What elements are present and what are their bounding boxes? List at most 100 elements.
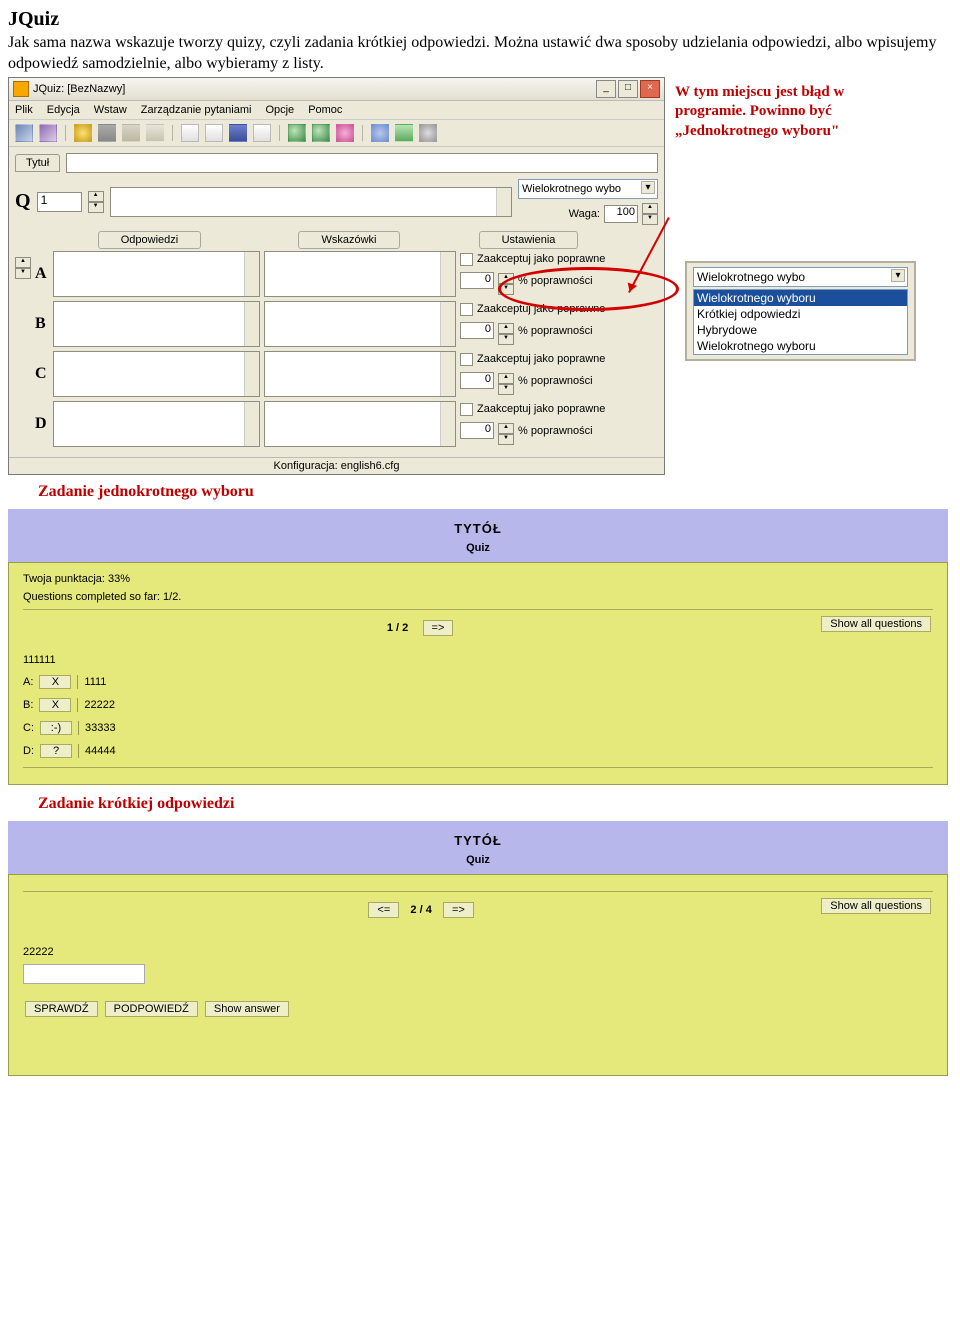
- close-button[interactable]: ×: [640, 80, 660, 98]
- dropdown-item[interactable]: Wielokrotnego wyboru: [694, 338, 907, 354]
- hint-input[interactable]: [264, 251, 456, 297]
- new-icon[interactable]: [181, 124, 199, 142]
- paste-icon[interactable]: [146, 124, 164, 142]
- answer-label: C: [35, 365, 49, 383]
- opt-button[interactable]: ?: [40, 744, 72, 758]
- q-label: Q: [15, 190, 31, 213]
- show-all-button[interactable]: Show all questions: [821, 616, 931, 632]
- percent-input[interactable]: 0: [460, 322, 494, 339]
- percent-input[interactable]: 0: [460, 422, 494, 439]
- percent-label: % poprawności: [518, 425, 593, 437]
- toolbar: [9, 120, 664, 147]
- nav-pos: 1 / 2: [387, 622, 408, 634]
- answer-input[interactable]: [53, 351, 260, 397]
- dropdown-list: Wielokrotnego wyboruKrótkiej odpowiedziH…: [693, 289, 908, 355]
- opt-button[interactable]: X: [39, 698, 71, 712]
- check-button[interactable]: SPRAWDŹ: [25, 1001, 98, 1017]
- col-wskazowki[interactable]: Wskazówki: [298, 231, 399, 249]
- accept-checkbox[interactable]: [460, 403, 473, 416]
- spin-down[interactable]: ▼: [15, 268, 31, 279]
- spin-up[interactable]: ▲: [498, 373, 514, 384]
- accept-checkbox[interactable]: [460, 353, 473, 366]
- maximize-button[interactable]: □: [618, 80, 638, 98]
- accept-checkbox[interactable]: [460, 303, 473, 316]
- web-icon[interactable]: [312, 124, 330, 142]
- answer-label: D: [35, 415, 49, 433]
- spin-up[interactable]: ▲: [15, 257, 31, 268]
- answer-input[interactable]: [53, 301, 260, 347]
- menu-pomoc[interactable]: Pomoc: [308, 104, 342, 116]
- score-line1: Twoja punktacja: 33%: [23, 573, 933, 585]
- hint-input[interactable]: [264, 301, 456, 347]
- spin-up[interactable]: ▲: [498, 423, 514, 434]
- menu-plik[interactable]: Plik: [15, 104, 33, 116]
- col-ustawienia[interactable]: Ustawienia: [479, 231, 579, 249]
- nav-next-button[interactable]: =>: [443, 902, 474, 918]
- spin-up[interactable]: ▲: [498, 323, 514, 334]
- toolbar-icon[interactable]: [15, 124, 33, 142]
- q-number-input[interactable]: 1: [37, 192, 82, 212]
- menu-opcje[interactable]: Opcje: [265, 104, 294, 116]
- dropdown-item[interactable]: Krótkiej odpowiedzi: [694, 306, 907, 322]
- spin-down[interactable]: ▼: [498, 334, 514, 345]
- answer-label: A: [35, 265, 49, 283]
- save-icon[interactable]: [229, 124, 247, 142]
- showanswer-button[interactable]: Show answer: [205, 1001, 289, 1017]
- weight-input[interactable]: 100: [604, 205, 638, 223]
- link-icon[interactable]: [371, 124, 389, 142]
- copy-icon[interactable]: [122, 124, 140, 142]
- toolbar-icon[interactable]: [336, 124, 354, 142]
- settings-icon[interactable]: [419, 124, 437, 142]
- type-dropdown[interactable]: Wielokrotnego wybo: [518, 179, 658, 199]
- menu-zarzadzanie[interactable]: Zarządzanie pytaniami: [141, 104, 252, 116]
- section-label-2: Zadanie krótkiej odpowiedzi: [38, 795, 952, 813]
- dropdown-closed[interactable]: Wielokrotnego wybo: [693, 267, 908, 287]
- col-odpowiedzi[interactable]: Odpowiedzi: [98, 231, 201, 249]
- spin-up[interactable]: ▲: [498, 273, 514, 284]
- saveas-icon[interactable]: [253, 124, 271, 142]
- minimize-button[interactable]: _: [596, 80, 616, 98]
- menu-edycja[interactable]: Edycja: [47, 104, 80, 116]
- spin-down[interactable]: ▼: [88, 202, 104, 213]
- hint-button[interactable]: PODPOWIEDŹ: [105, 1001, 198, 1017]
- chart-icon[interactable]: [395, 124, 413, 142]
- cut-icon[interactable]: [98, 124, 116, 142]
- spin-up[interactable]: ▲: [642, 203, 658, 214]
- hint-input[interactable]: [264, 401, 456, 447]
- accept-checkbox[interactable]: [460, 253, 473, 266]
- undo-icon[interactable]: [74, 124, 92, 142]
- answer-input[interactable]: [53, 251, 260, 297]
- dropdown-item[interactable]: Wielokrotnego wyboru: [694, 290, 907, 306]
- toolbar-icon[interactable]: [39, 124, 57, 142]
- spin-down[interactable]: ▼: [498, 434, 514, 445]
- hint-input[interactable]: [264, 351, 456, 397]
- titlebar: JQuiz: [BezNazwy] _ □ ×: [9, 78, 664, 101]
- nav-next-button[interactable]: =>: [423, 620, 454, 636]
- preview2-title: TYTÓŁ: [8, 833, 948, 848]
- export-icon[interactable]: [288, 124, 306, 142]
- preview-single-choice: TYTÓŁ Quiz Twoja punktacja: 33% Question…: [8, 509, 948, 785]
- weight-label: Waga:: [569, 208, 600, 220]
- dropdown-item[interactable]: Hybrydowe: [694, 322, 907, 338]
- open-icon[interactable]: [205, 124, 223, 142]
- spin-down[interactable]: ▼: [498, 284, 514, 295]
- title-tab[interactable]: Tytuł: [15, 154, 60, 172]
- percent-label: % poprawności: [518, 325, 593, 337]
- menu-wstaw[interactable]: Wstaw: [94, 104, 127, 116]
- spin-up[interactable]: ▲: [88, 191, 104, 202]
- answer-input[interactable]: [53, 401, 260, 447]
- spin-down[interactable]: ▼: [498, 384, 514, 395]
- title-input[interactable]: [66, 153, 658, 173]
- window-title: JQuiz: [BezNazwy]: [33, 83, 596, 95]
- preview2-subtitle: Quiz: [8, 854, 948, 866]
- question-text[interactable]: [110, 187, 512, 217]
- nav-prev-button[interactable]: <=: [368, 902, 399, 918]
- opt-button[interactable]: X: [39, 675, 71, 689]
- show-all-button[interactable]: Show all questions: [821, 898, 931, 914]
- question-text: 22222: [23, 946, 933, 958]
- percent-input[interactable]: 0: [460, 372, 494, 389]
- percent-input[interactable]: 0: [460, 272, 494, 289]
- spin-down[interactable]: ▼: [642, 214, 658, 225]
- answer-input[interactable]: [23, 964, 145, 984]
- opt-button[interactable]: :-): [40, 721, 72, 735]
